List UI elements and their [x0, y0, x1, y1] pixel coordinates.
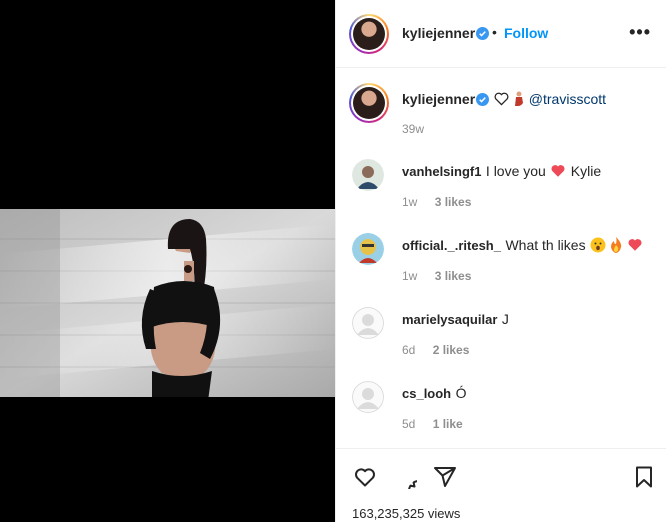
comment-body: cs_looh Ó: [402, 385, 466, 403]
comment-text: J: [501, 311, 509, 327]
red-heart-emoji-icon: [628, 239, 642, 251]
post-photo-image: [0, 209, 335, 397]
surprised-face-emoji-icon: [590, 237, 606, 253]
comment-icon[interactable]: [393, 465, 417, 489]
comment-avatar[interactable]: [352, 307, 384, 339]
post-details-panel: kyliejenner • Follow ••• kyliejenner @tr…: [335, 0, 666, 522]
comment-username[interactable]: official._.ritesh_: [402, 238, 501, 253]
comment-body: marielysaquilar J: [402, 311, 509, 329]
separator-dot: •: [492, 24, 497, 40]
comment-time[interactable]: 6d: [402, 343, 415, 357]
views-count: 163,235,325 views: [352, 506, 461, 521]
comment-time[interactable]: 1w: [402, 195, 417, 209]
caption-username[interactable]: kyliejenner: [402, 91, 475, 107]
verified-badge-icon: [476, 93, 489, 106]
white-heart-emoji-icon: [494, 92, 509, 106]
comment-body: vanhelsingf1 I love you Kylie: [402, 163, 601, 181]
caption-author-avatar[interactable]: [349, 83, 389, 123]
comment-meta: 5d 1 like: [402, 417, 463, 431]
comment-avatar[interactable]: [352, 381, 384, 413]
heart-icon[interactable]: [353, 465, 377, 489]
post-header: kyliejenner • Follow •••: [336, 0, 666, 68]
post-media: [0, 0, 335, 522]
follow-button[interactable]: Follow: [504, 25, 548, 41]
post-actions-bar: 163,235,325 views: [336, 448, 666, 522]
caption-text: @travisscott: [494, 91, 606, 107]
comment-body: official._.ritesh_ What th likes: [402, 237, 643, 255]
comment-likes[interactable]: 1 like: [433, 417, 463, 431]
post-photo[interactable]: [0, 209, 335, 397]
verified-badge-icon: [476, 27, 489, 40]
comment-likes[interactable]: 3 likes: [435, 269, 472, 283]
share-icon[interactable]: [433, 465, 457, 489]
comment-text: What th likes: [505, 237, 586, 253]
comment-likes[interactable]: 3 likes: [435, 195, 472, 209]
comment-avatar[interactable]: [352, 233, 384, 265]
pregnant-woman-emoji-icon: [514, 91, 523, 106]
bookmark-icon[interactable]: [632, 465, 656, 489]
comment-text-end: Kylie: [570, 163, 602, 179]
fire-emoji-icon: [611, 237, 622, 253]
caption-mention-link[interactable]: @travisscott: [529, 91, 606, 107]
comment-username[interactable]: vanhelsingf1: [402, 164, 481, 179]
comment-username[interactable]: marielysaquilar: [402, 312, 497, 327]
caption-time[interactable]: 39w: [402, 122, 424, 136]
comment-meta: 1w 3 likes: [402, 195, 471, 209]
comment-time[interactable]: 1w: [402, 269, 417, 283]
comment-likes[interactable]: 2 likes: [433, 343, 470, 357]
comment-text: I love you: [485, 163, 546, 179]
comment-meta: 1w 3 likes: [402, 269, 471, 283]
comment-avatar[interactable]: [352, 159, 384, 191]
red-heart-emoji-icon: [551, 165, 565, 177]
comment-time[interactable]: 5d: [402, 417, 415, 431]
author-username[interactable]: kyliejenner: [402, 25, 475, 41]
author-avatar[interactable]: [349, 14, 389, 54]
comment-username[interactable]: cs_looh: [402, 386, 451, 401]
comment-text: Ó: [455, 385, 467, 401]
more-options-icon[interactable]: •••: [629, 22, 651, 43]
comment-meta: 6d 2 likes: [402, 343, 469, 357]
